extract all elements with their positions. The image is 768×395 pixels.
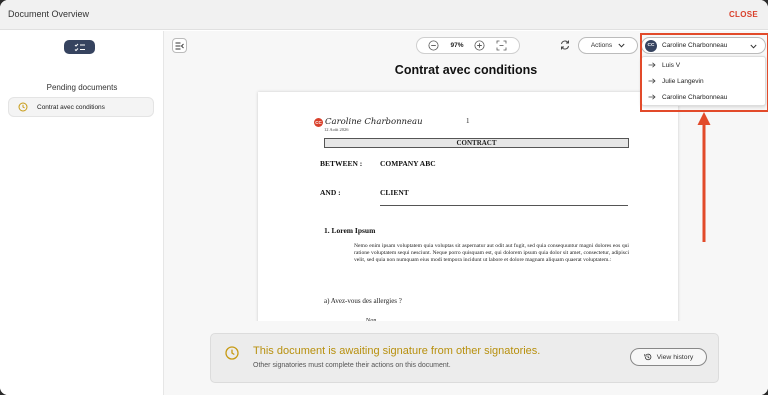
between-label: BETWEEN :	[320, 159, 363, 168]
document-overview-window: Document Overview CLOSE Pending document…	[0, 0, 768, 395]
question-text: a) Avez-vous des allergies ?	[324, 297, 402, 305]
window-title: Document Overview	[8, 9, 90, 19]
clock-icon	[18, 102, 28, 112]
plus-circle-icon	[474, 40, 485, 51]
fit-screen-icon	[497, 40, 507, 51]
section-paragraph: Nemo enim ipsam voluptatem quia voluptas…	[354, 243, 629, 263]
document-page: CC Caroline Charbonneau 12 Août 2026 1 C…	[258, 92, 678, 332]
pending-documents-heading: Pending documents	[46, 83, 118, 92]
history-icon	[644, 353, 651, 361]
signature-avatar: CC	[314, 117, 323, 127]
and-label: AND :	[320, 188, 341, 197]
clock-icon	[225, 346, 239, 360]
top-bar: Document Overview CLOSE	[0, 0, 768, 30]
and-value: CLIENT	[380, 188, 409, 197]
status-banner-area: This document is awaiting signature from…	[164, 321, 768, 395]
chevron-down-icon	[618, 43, 625, 48]
contract-heading: CONTRACT	[324, 138, 629, 148]
signature-name: Caroline Charbonneau	[325, 117, 423, 127]
status-heading: This document is awaiting signature from…	[253, 345, 541, 357]
collapse-sidebar-button[interactable]	[172, 38, 187, 53]
page-number: 1	[466, 117, 470, 125]
between-value: COMPANY ABC	[380, 159, 436, 168]
close-button[interactable]: CLOSE	[729, 10, 758, 19]
checklist-toggle-button[interactable]	[64, 40, 95, 54]
refresh-icon[interactable]	[559, 39, 571, 51]
section-title: 1. Lorem Ipsum	[324, 226, 376, 235]
status-banner: This document is awaiting signature from…	[210, 333, 719, 383]
zoom-out-button[interactable]	[428, 40, 439, 51]
signature-date: 12 Août 2026	[324, 127, 349, 132]
divider-line	[380, 205, 628, 206]
fit-page-button[interactable]	[496, 40, 507, 51]
sidebar: Pending documents Contrat avec condition…	[0, 31, 164, 395]
arrow-up-icon	[697, 112, 711, 242]
actions-button[interactable]: Actions	[578, 37, 638, 54]
sidebar-item-contrat[interactable]: Contrat avec conditions	[8, 97, 154, 117]
actions-label: Actions	[590, 42, 613, 49]
view-history-button[interactable]: View history	[630, 348, 707, 366]
signature-stamp: CC Caroline Charbonneau	[314, 117, 423, 127]
status-subtext: Other signatories must complete their ac…	[253, 362, 451, 369]
zoom-level: 97%	[450, 42, 464, 49]
sidebar-item-label: Contrat avec conditions	[37, 103, 105, 111]
zoom-control: 97%	[416, 37, 520, 54]
highlight-box	[640, 33, 768, 112]
minus-circle-icon	[428, 40, 439, 51]
main-area: 97% Actions Contrat avec conditions CC C…	[164, 31, 768, 395]
checklist-icon	[74, 43, 85, 51]
collapse-icon	[175, 42, 184, 49]
zoom-in-button[interactable]	[474, 40, 485, 51]
view-history-label: View history	[656, 353, 694, 361]
